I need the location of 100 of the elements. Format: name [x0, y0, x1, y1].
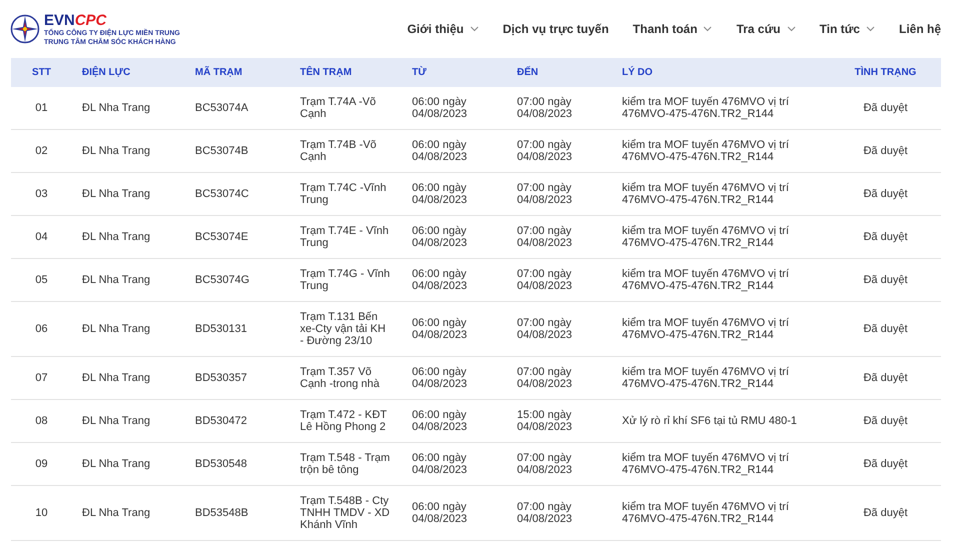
table-cell: Đã duyệt: [830, 442, 941, 486]
table-cell: BD53548B: [185, 486, 290, 540]
chevron-down-icon: [786, 26, 796, 32]
column-header: ĐẾN: [507, 58, 612, 87]
table-cell: kiểm tra MOF tuyến 476MVO vị trí 476MVO-475-476N.TR2_R144: [612, 302, 830, 356]
table-cell: kiểm tra MOF tuyến 476MVO vị trí 476MVO-475-476N.TR2_R144: [612, 172, 830, 216]
table-cell: ĐL Nha Trang: [72, 216, 185, 258]
table-cell: kiểm tra MOF tuyến 476MVO vị trí 476MVO-475-476N.TR2_R144: [612, 87, 830, 130]
chevron-down-icon: [703, 26, 712, 32]
table-cell: Đã duyệt: [830, 356, 941, 400]
nav-item[interactable]: Liên hệ: [898, 22, 941, 36]
table-cell: 06:00 ngày 04/08/2023: [402, 400, 507, 442]
table-cell: 07:00 ngày 04/08/2023: [507, 486, 612, 540]
table-cell: ĐL Nha Trang: [72, 172, 185, 216]
table-cell: 07: [11, 356, 72, 400]
table-cell: 04: [11, 216, 72, 258]
table-cell: Đã duyệt: [830, 87, 941, 130]
table-cell: Đã duyệt: [830, 130, 941, 172]
table-cell: 07:00 ngày 04/08/2023: [507, 87, 612, 130]
table-cell: Trạm T.131 Bến xe-Cty vận tải KH - Đường 23/10: [290, 302, 402, 356]
table-cell: ĐL Nha Trang: [72, 356, 185, 400]
table-cell: ĐL Nha Trang: [72, 130, 185, 172]
table-cell: 06:00 ngày 04/08/2023: [402, 442, 507, 486]
table-cell: kiểm tra MOF tuyến 476MVO vị trí 476MVO-475-476N.TR2_R144: [612, 356, 830, 400]
brand-wordmark: EVNCPC: [44, 12, 108, 28]
table-cell: ĐL Nha Trang: [72, 442, 185, 486]
column-header: ĐIỆN LỰC: [72, 58, 185, 87]
table-cell: Đã duyệt: [830, 302, 941, 356]
chevron-down-icon: [470, 26, 479, 32]
table-cell: kiểm tra MOF tuyến 476MVO vị trí 476MVO-475-476N.TR2_R144: [612, 130, 830, 172]
table-cell: Đã duyệt: [830, 400, 941, 442]
nav-item[interactable]: Tra cứu: [736, 22, 796, 36]
table-cell: BD530472: [185, 400, 290, 442]
table-cell: 06:00 ngày 04/08/2023: [402, 486, 507, 540]
nav-item[interactable]: Giới thiệu: [407, 22, 479, 36]
table-cell: Xử lý rò rỉ khí SF6 tại tủ RMU 480-1: [612, 400, 830, 442]
table-cell: 06:00 ngày 04/08/2023: [402, 216, 507, 258]
table-cell: 05: [11, 258, 72, 302]
table-cell: Đã duyệt: [830, 486, 941, 540]
table-cell: Trạm T.548 - Trạm trộn bê tông: [290, 442, 402, 486]
table-cell: 06:00 ngày 04/08/2023: [402, 258, 507, 302]
table-cell: Trạm T.74C -Vĩnh Trung: [290, 172, 402, 216]
table-cell: 01: [11, 87, 72, 130]
table-cell: BD530357: [185, 356, 290, 400]
table-cell: Đã duyệt: [830, 172, 941, 216]
nav-item[interactable]: Thanh toán: [632, 22, 712, 36]
nav-item[interactable]: Tin tức: [820, 22, 875, 36]
logo-icon: [10, 14, 40, 44]
table-cell: Trạm T.548B - Cty TNHH TMDV - XD Khánh Vĩnh: [290, 486, 402, 540]
table-cell: ĐL Nha Trang: [72, 302, 185, 356]
chevron-down-icon: [866, 26, 875, 32]
table-cell: 03: [11, 172, 72, 216]
table-cell: BC53074A: [185, 87, 290, 130]
table-cell: 10: [11, 486, 72, 540]
table-cell: ĐL Nha Trang: [72, 486, 185, 540]
table-cell: 06:00 ngày 04/08/2023: [402, 130, 507, 172]
table-cell: Đã duyệt: [830, 216, 941, 258]
table-cell: Trạm T.74E - Vĩnh Trung: [290, 216, 402, 258]
table-cell: Trạm T.74G - Vĩnh Trung: [290, 258, 402, 302]
table-cell: 07:00 ngày 04/08/2023: [507, 216, 612, 258]
table-cell: BD530131: [185, 302, 290, 356]
table-cell: BC53074G: [185, 258, 290, 302]
table-cell: ĐL Nha Trang: [72, 258, 185, 302]
table-cell: BD530548: [185, 442, 290, 486]
table-cell: Trạm T.357 Võ Cạnh -trong nhà: [290, 356, 402, 400]
table-cell: ĐL Nha Trang: [72, 87, 185, 130]
table-cell: 07:00 ngày 04/08/2023: [507, 172, 612, 216]
table-cell: 06:00 ngày 04/08/2023: [402, 172, 507, 216]
table-cell: kiểm tra MOF tuyến 476MVO vị trí 476MVO-475-476N.TR2_R144: [612, 486, 830, 540]
table-cell: kiểm tra MOF tuyến 476MVO vị trí 476MVO-475-476N.TR2_R144: [612, 442, 830, 486]
table-cell: 06:00 ngày 04/08/2023: [402, 87, 507, 130]
table-cell: kiểm tra MOF tuyến 476MVO vị trí 476MVO-475-476N.TR2_R144: [612, 216, 830, 258]
table-cell: BC53074B: [185, 130, 290, 172]
table-cell: Trạm T.472 - KĐT Lê Hồng Phong 2: [290, 400, 402, 442]
table-cell: 06:00 ngày 04/08/2023: [402, 356, 507, 400]
table-cell: ĐL Nha Trang: [72, 400, 185, 442]
table-cell: Trạm T.74A -Võ Cạnh: [290, 87, 402, 130]
table-cell: BC53074C: [185, 172, 290, 216]
column-header: MÃ TRẠM: [185, 58, 290, 87]
column-header: TỪ: [402, 58, 507, 87]
table-cell: 07:00 ngày 04/08/2023: [507, 258, 612, 302]
table-cell: BC53074E: [185, 216, 290, 258]
table-cell: 07:00 ngày 04/08/2023: [507, 356, 612, 400]
nav-item[interactable]: Dịch vụ trực tuyến: [502, 22, 609, 36]
table-cell: 07:00 ngày 04/08/2023: [507, 130, 612, 172]
table-cell: 07:00 ngày 04/08/2023: [507, 442, 612, 486]
table-cell: 02: [11, 130, 72, 172]
table-cell: Đã duyệt: [830, 258, 941, 302]
table-cell: 09: [11, 442, 72, 486]
table-cell: 06: [11, 302, 72, 356]
table-cell: 15:00 ngày 04/08/2023: [507, 400, 612, 442]
table-cell: Trạm T.74B -Võ Cạnh: [290, 130, 402, 172]
table-cell: 08: [11, 400, 72, 442]
column-header: STT: [11, 58, 72, 87]
table-cell: 07:00 ngày 04/08/2023: [507, 302, 612, 356]
column-header: TÌNH TRẠNG: [830, 58, 941, 87]
column-header: TÊN TRẠM: [290, 58, 402, 87]
table-cell: kiểm tra MOF tuyến 476MVO vị trí 476MVO-475-476N.TR2_R144: [612, 258, 830, 302]
table-cell: 06:00 ngày 04/08/2023: [402, 302, 507, 356]
column-header: LÝ DO: [612, 58, 830, 87]
